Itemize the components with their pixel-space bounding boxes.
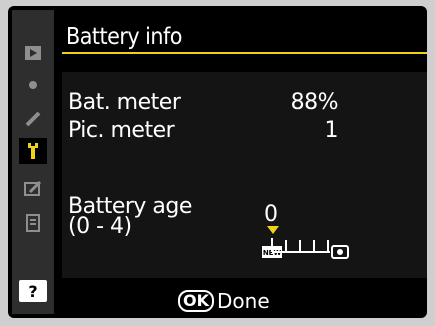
- playback-menu-icon[interactable]: [19, 40, 47, 66]
- retouch-menu-icon[interactable]: [19, 176, 47, 202]
- bat-meter-label: Bat. meter: [68, 90, 181, 115]
- camera-lcd-screen: ? Battery info Bat. meter 88% Pic. meter…: [8, 6, 427, 318]
- page-title: Battery info: [66, 24, 182, 50]
- setup-menu-icon[interactable]: [19, 138, 47, 164]
- gauge-warning-icon: [331, 245, 349, 259]
- title-divider: [62, 52, 427, 54]
- my-menu-icon[interactable]: [19, 210, 47, 236]
- battery-age-value: 0: [264, 202, 278, 227]
- help-icon[interactable]: ?: [19, 280, 47, 302]
- battery-age-gauge: NEW: [262, 238, 349, 259]
- battery-age-range: (0 - 4): [68, 214, 132, 239]
- done-label: Done: [217, 289, 270, 313]
- battery-age-marker: [267, 226, 279, 234]
- pic-meter-value: 1: [324, 118, 339, 143]
- custom-settings-icon[interactable]: [19, 106, 47, 132]
- ok-button-icon[interactable]: OK: [178, 290, 214, 312]
- menu-sidebar: ?: [12, 10, 54, 314]
- pic-meter-label: Pic. meter: [68, 118, 175, 143]
- shooting-menu-icon[interactable]: [19, 72, 47, 98]
- bat-meter-value: 88%: [290, 90, 339, 115]
- ok-done-hint[interactable]: OK Done: [178, 289, 270, 313]
